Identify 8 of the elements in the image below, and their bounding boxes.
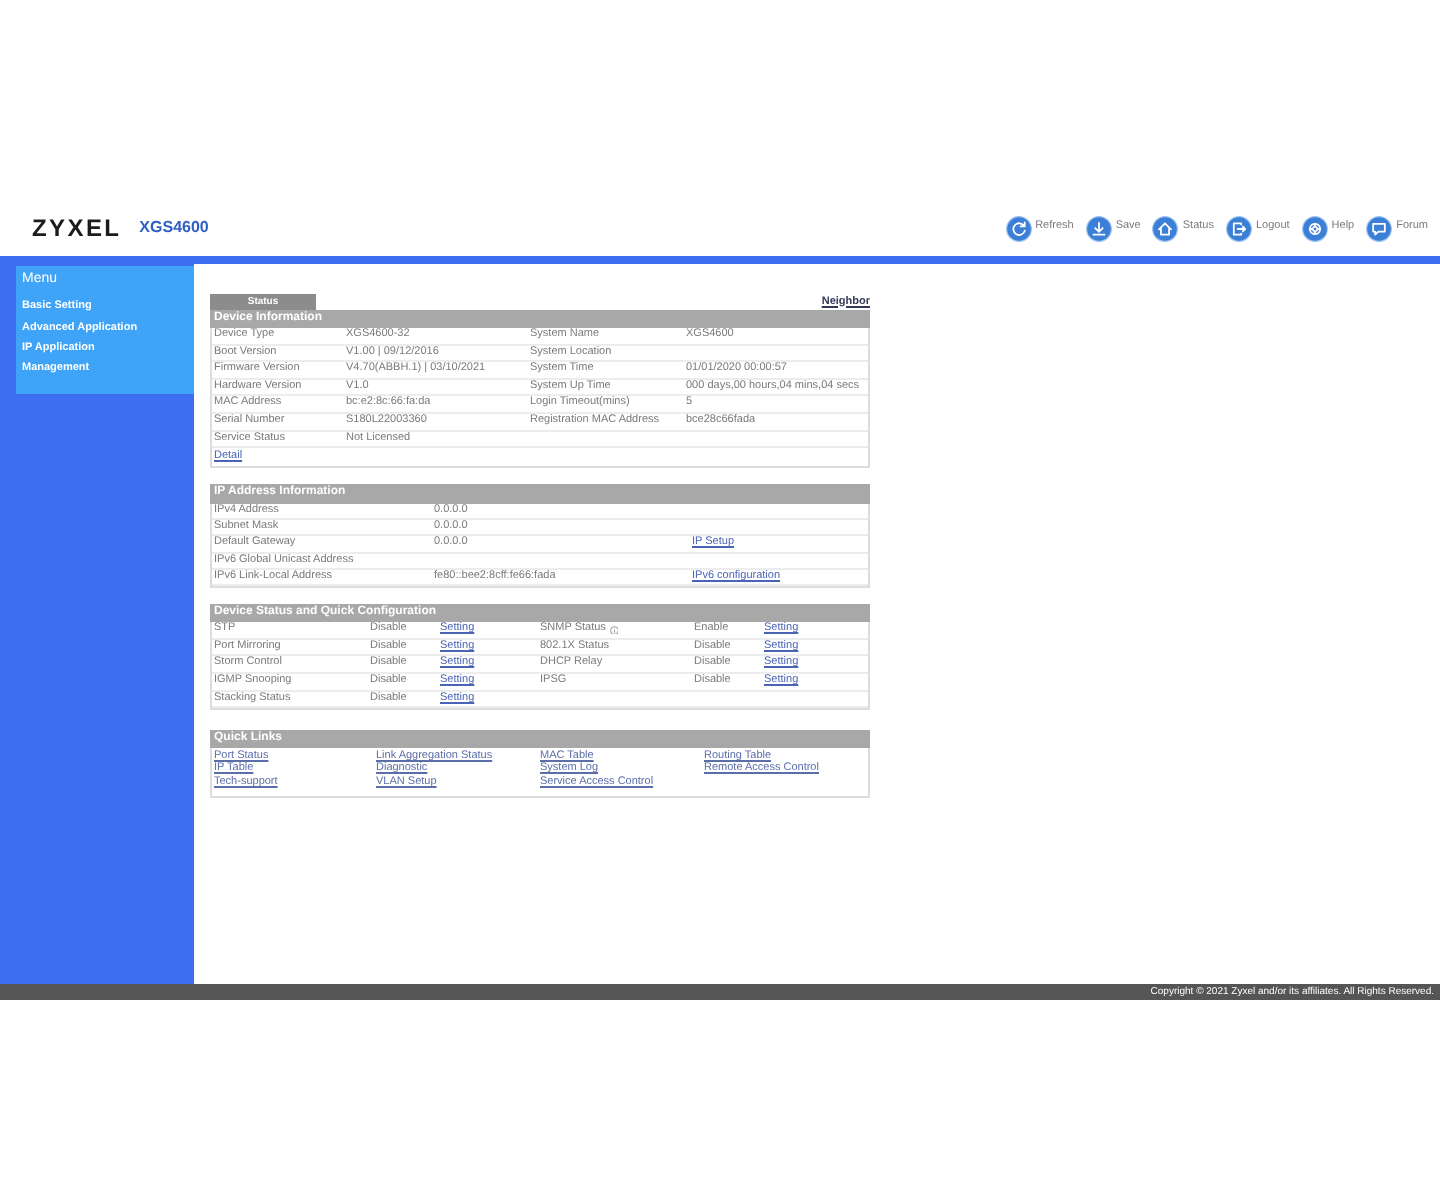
chat-icon — [1366, 215, 1393, 241]
lifebuoy-icon — [1301, 215, 1328, 241]
refresh-icon — [1005, 215, 1032, 241]
logout-icon — [1225, 215, 1252, 241]
logo-text: ZYXEL — [32, 216, 122, 240]
download-icon — [1085, 215, 1112, 241]
model-name: XGS4600 — [139, 220, 209, 236]
house-icon — [1152, 215, 1179, 241]
